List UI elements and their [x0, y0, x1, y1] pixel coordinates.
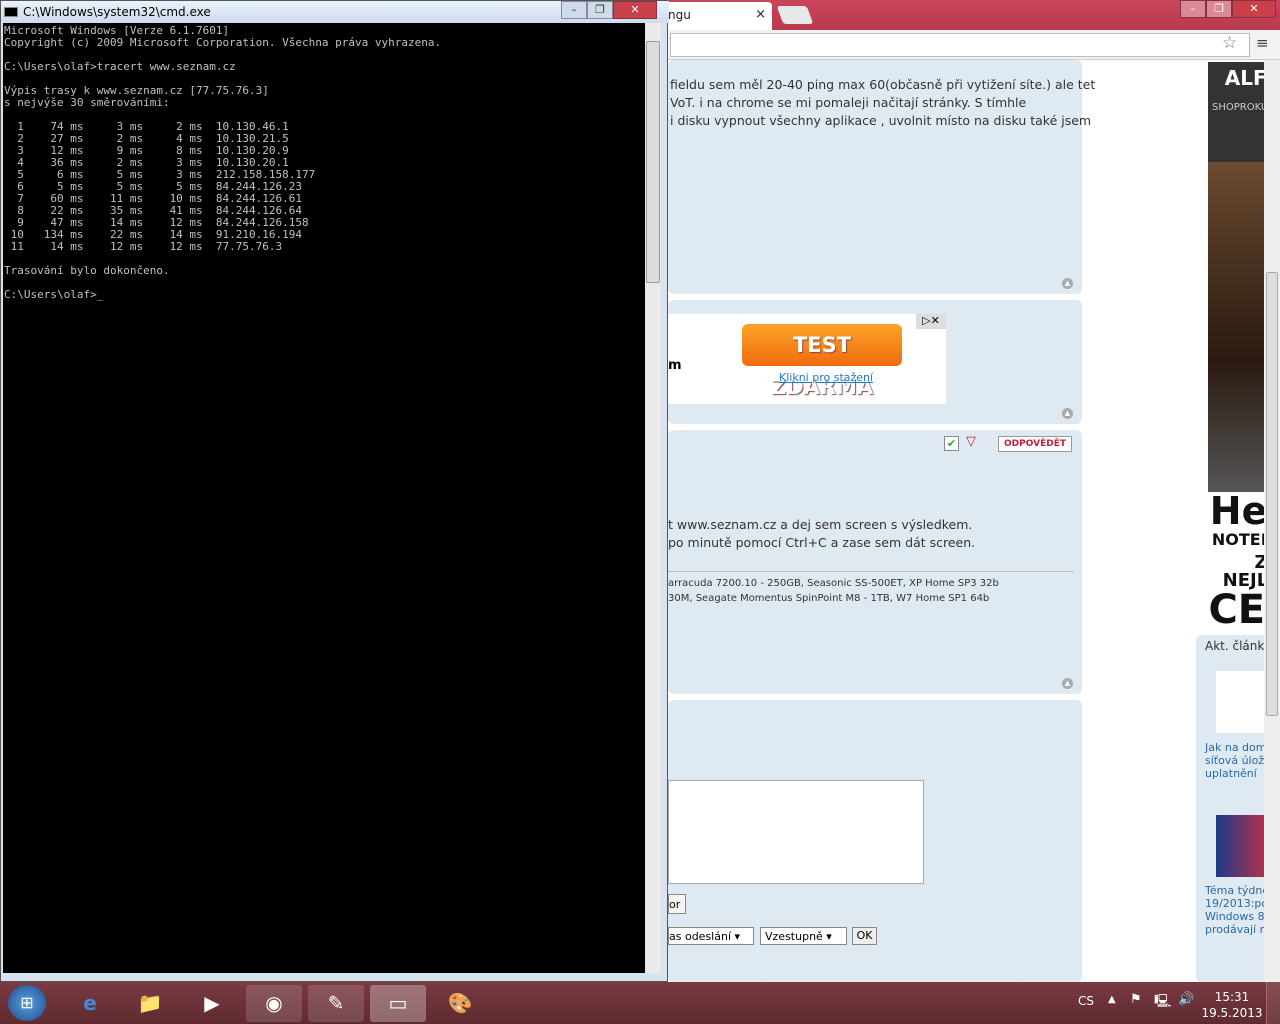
post-text: fieldu sem měl 20-40 ping max 60(občasně… — [670, 77, 1096, 128]
toolbar: ☆ ≡ — [560, 30, 1280, 60]
network-icon[interactable]: 🖳 — [1154, 992, 1171, 1014]
ad-close-icon[interactable]: ▷✕ — [916, 314, 946, 329]
sort-field-select[interactable]: as odeslání ▾ — [668, 927, 754, 945]
cmd-taskbar-icon[interactable]: ▭ — [370, 985, 426, 1022]
cmd-close-button[interactable]: ✕ — [613, 1, 657, 19]
media-player-icon[interactable]: ▶ — [184, 985, 240, 1022]
console-output[interactable]: Microsoft Windows [Verze 6.1.7601] Copyr… — [3, 23, 645, 973]
report-icon[interactable]: ▽ — [966, 434, 976, 449]
scroll-top-icon[interactable]: ▲ — [1062, 678, 1073, 689]
ad-partial-text: m — [668, 358, 682, 373]
approve-icon[interactable]: ✔ — [944, 436, 959, 451]
editor-button[interactable]: or — [668, 894, 686, 914]
cmd-title: C:\Windows\system32\cmd.exe — [23, 5, 211, 19]
post: ✔ ▽ ODPOVĚDĚT t www.seznam.cz a dej sem … — [668, 430, 1082, 694]
taskbar: ⊞ e 📁 ▶ ◉ ✎ ▭ 🎨 CS ▲ ⚑ 🖳 🔊 15:31 19.5.201… — [0, 982, 1280, 1024]
cmd-minimize-button[interactable]: – — [561, 1, 587, 19]
reply-textarea[interactable] — [668, 780, 924, 884]
start-button[interactable]: ⊞ — [8, 985, 46, 1021]
ad-banner[interactable]: m TEST ZDARMA Klikni pro stažení ▷✕ — [668, 314, 946, 404]
action-center-icon[interactable]: ⚑ — [1130, 992, 1142, 1007]
show-desktop-button[interactable] — [1266, 982, 1280, 1024]
maximize-button[interactable]: ❐ — [1206, 0, 1232, 18]
ie-icon[interactable]: e — [62, 985, 118, 1022]
new-tab-button[interactable] — [776, 6, 814, 24]
close-button[interactable]: ✕ — [1232, 0, 1276, 18]
address-bar[interactable] — [670, 33, 1250, 57]
post-text: t www.seznam.cz a dej sem screen s výsle… — [668, 517, 976, 550]
signature: arracuda 7200.10 - 250GB, Seasonic SS-50… — [668, 578, 999, 604]
minimize-button[interactable]: – — [1180, 0, 1206, 18]
volume-icon[interactable]: 🔊 — [1178, 992, 1194, 1007]
browser-tab[interactable]: ngu × — [660, 2, 772, 30]
browser-window: ngu × – ❐ ✕ ☆ ≡ fieldu sem měl 20-40 ping… — [560, 0, 1280, 982]
cmd-maximize-button[interactable]: ❐ — [587, 1, 613, 19]
clock[interactable]: 15:31 19.5.2013 — [1200, 989, 1264, 1021]
explorer-icon[interactable]: 📁 — [122, 985, 178, 1022]
ccleaner-icon[interactable]: ✎ — [308, 985, 364, 1022]
post: fieldu sem měl 20-40 ping max 60(občasně… — [668, 60, 1095, 294]
scroll-top-icon[interactable]: ▲ — [1062, 408, 1073, 419]
sort-order-select[interactable]: Vzestupně ▾ — [760, 927, 847, 945]
reply-form: or as odeslání ▾ Vzestupně ▾ OK — [668, 700, 1082, 982]
test-zdarma-button[interactable]: TEST ZDARMA — [742, 324, 902, 399]
download-link[interactable]: Klikni pro stažení — [779, 371, 873, 384]
tab-close-icon[interactable]: × — [755, 7, 766, 22]
paint-icon[interactable]: 🎨 — [432, 985, 488, 1022]
tab-label: ngu — [668, 8, 691, 22]
page-content: fieldu sem měl 20-40 ping max 60(občasně… — [668, 60, 1280, 982]
reply-button[interactable]: ODPOVĚDĚT — [998, 436, 1072, 452]
star-icon[interactable]: ☆ — [1222, 33, 1237, 53]
cmd-window: C:\Windows\system32\cmd.exe – ❐ ✕ Micros… — [0, 0, 669, 982]
ok-button[interactable]: OK — [852, 927, 877, 945]
browser-scroll-thumb[interactable] — [1266, 272, 1278, 716]
ad-post: m TEST ZDARMA Klikni pro stažení ▷✕ ▲ — [668, 300, 1082, 424]
chrome-icon[interactable]: ◉ — [246, 985, 302, 1022]
menu-icon[interactable]: ≡ — [1256, 34, 1269, 52]
scroll-top-icon[interactable]: ▲ — [1062, 278, 1073, 289]
language-indicator[interactable]: CS — [1078, 994, 1094, 1008]
show-hidden-icons[interactable]: ▲ — [1108, 994, 1116, 1005]
cmd-scroll-thumb[interactable] — [646, 41, 660, 283]
cmd-icon — [4, 7, 18, 17]
